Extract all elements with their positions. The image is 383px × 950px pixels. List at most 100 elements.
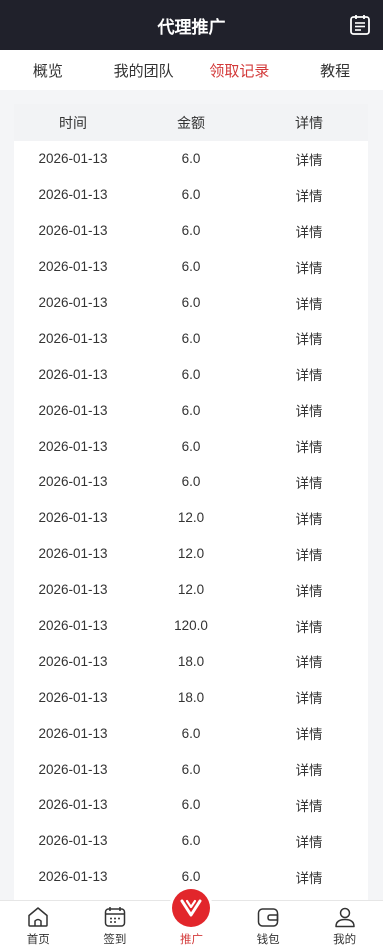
- nav-wallet[interactable]: 钱包: [230, 901, 307, 950]
- details-link[interactable]: 详情: [250, 364, 368, 384]
- tab-claim-records[interactable]: 领取记录: [192, 60, 288, 81]
- row-time: 2026-01-13: [38, 151, 108, 167]
- details-link[interactable]: 详情: [250, 759, 368, 779]
- details-link[interactable]: 详情: [250, 185, 368, 205]
- row-amount: 6.0: [181, 761, 201, 777]
- details-link[interactable]: 详情: [250, 580, 368, 600]
- details-link[interactable]: 详情: [250, 400, 368, 420]
- table-row: 2026-01-13 6.0 详情: [14, 428, 368, 464]
- details-link[interactable]: 详情: [250, 221, 368, 241]
- row-amount: 6.0: [181, 797, 201, 813]
- table-row: 2026-01-13 18.0 详情: [14, 643, 368, 679]
- details-link[interactable]: 详情: [250, 867, 368, 887]
- nav-promote[interactable]: 推广: [153, 889, 230, 950]
- details-link[interactable]: 详情: [250, 293, 368, 313]
- table-row: 2026-01-13 6.0 详情: [14, 249, 368, 285]
- row-time: 2026-01-13: [38, 438, 108, 454]
- details-link[interactable]: 详情: [250, 831, 368, 851]
- row-amount: 12.0: [177, 546, 205, 562]
- document-list-icon[interactable]: [349, 14, 371, 36]
- tab-overview[interactable]: 概览: [0, 60, 96, 81]
- details-link[interactable]: 详情: [250, 544, 368, 564]
- row-amount: 6.0: [181, 259, 201, 275]
- details-link[interactable]: 详情: [250, 687, 368, 707]
- row-amount: 120.0: [174, 618, 208, 634]
- table-row: 2026-01-13 6.0 详情: [14, 464, 368, 500]
- row-amount: 6.0: [181, 438, 201, 454]
- row-time: 2026-01-13: [38, 618, 108, 634]
- row-amount: 6.0: [181, 366, 201, 382]
- table-row: 2026-01-13 12.0 详情: [14, 500, 368, 536]
- table-row: 2026-01-13 12.0 详情: [14, 536, 368, 572]
- page-title: 代理推广: [157, 17, 226, 38]
- row-amount: 6.0: [181, 330, 201, 346]
- row-time: 2026-01-13: [38, 402, 108, 418]
- row-amount: 6.0: [181, 151, 201, 167]
- row-time: 2026-01-13: [38, 546, 108, 562]
- calendar-icon: [104, 907, 126, 927]
- table-row: 2026-01-13 6.0 详情: [14, 285, 368, 321]
- column-header-details: 详情: [295, 115, 323, 132]
- row-amount: 18.0: [177, 689, 205, 705]
- row-amount: 6.0: [181, 725, 201, 741]
- table-row: 2026-01-13 6.0 详情: [14, 320, 368, 356]
- row-time: 2026-01-13: [38, 869, 108, 885]
- home-icon: [28, 907, 49, 927]
- tab-bar: 概览 我的团队 领取记录 教程: [0, 50, 383, 90]
- row-time: 2026-01-13: [38, 797, 108, 813]
- table-row: 2026-01-13 6.0 详情: [14, 751, 368, 787]
- row-time: 2026-01-13: [38, 510, 108, 526]
- table-row: 2026-01-13 6.0 详情: [14, 715, 368, 751]
- table-row: 2026-01-13 6.0 详情: [14, 392, 368, 428]
- row-time: 2026-01-13: [38, 330, 108, 346]
- row-amount: 12.0: [177, 582, 205, 598]
- row-time: 2026-01-13: [38, 474, 108, 490]
- table-body: 2026-01-13 6.0 详情 2026-01-13 6.0 详情 2026-01-13…: [14, 141, 368, 895]
- details-link[interactable]: 详情: [250, 508, 368, 528]
- details-link[interactable]: 详情: [250, 795, 368, 815]
- nav-label: 我的: [333, 932, 357, 946]
- records-table: 时间 金额 详情 2026-01-13 6.0 详情 2026-01-13 6.0 详情 2…: [14, 104, 368, 900]
- table-row: 2026-01-13 6.0 详情: [14, 823, 368, 859]
- nav-label: 首页: [26, 932, 50, 946]
- details-link[interactable]: 详情: [250, 149, 368, 169]
- user-icon: [334, 907, 355, 928]
- row-time: 2026-01-13: [38, 187, 108, 203]
- row-time: 2026-01-13: [38, 366, 108, 382]
- tab-tutorial[interactable]: 教程: [287, 60, 383, 81]
- nav-home[interactable]: 首页: [0, 901, 77, 950]
- row-amount: 6.0: [181, 869, 201, 885]
- nav-checkin[interactable]: 签到: [77, 901, 154, 950]
- details-link[interactable]: 详情: [250, 616, 368, 636]
- row-amount: 12.0: [177, 510, 205, 526]
- table-row: 2026-01-13 6.0 详情: [14, 177, 368, 213]
- row-time: 2026-01-13: [38, 689, 108, 705]
- details-link[interactable]: 详情: [250, 436, 368, 456]
- table-row: 2026-01-13 6.0 详情: [14, 787, 368, 823]
- row-amount: 6.0: [181, 833, 201, 849]
- row-time: 2026-01-13: [38, 295, 108, 310]
- column-header-time: 时间: [59, 115, 87, 132]
- details-link[interactable]: 详情: [250, 257, 368, 277]
- nav-profile[interactable]: 我的: [306, 901, 383, 950]
- row-time: 2026-01-13: [38, 761, 108, 777]
- table-row: 2026-01-13 18.0 详情: [14, 679, 368, 715]
- row-amount: 6.0: [181, 223, 201, 239]
- table-row: 2026-01-13 6.0 详情: [14, 213, 368, 249]
- details-link[interactable]: 详情: [250, 651, 368, 671]
- row-time: 2026-01-13: [38, 223, 108, 239]
- column-header-amount: 金额: [177, 115, 205, 132]
- wallet-icon: [257, 908, 279, 927]
- row-amount: 6.0: [181, 187, 201, 203]
- details-link[interactable]: 详情: [250, 472, 368, 492]
- details-link[interactable]: 详情: [250, 723, 368, 743]
- row-amount: 6.0: [181, 402, 201, 418]
- bottom-nav: 首页 签到 推广 钱包 我的: [0, 889, 383, 950]
- nav-label: 钱包: [256, 932, 280, 946]
- table-row: 2026-01-13 120.0 详情: [14, 608, 368, 644]
- table-row: 2026-01-13 6.0 详情: [14, 141, 368, 177]
- table-row: 2026-01-13 12.0 详情: [14, 572, 368, 608]
- tab-my-team[interactable]: 我的团队: [96, 60, 192, 81]
- row-time: 2026-01-13: [38, 725, 108, 741]
- details-link[interactable]: 详情: [250, 328, 368, 348]
